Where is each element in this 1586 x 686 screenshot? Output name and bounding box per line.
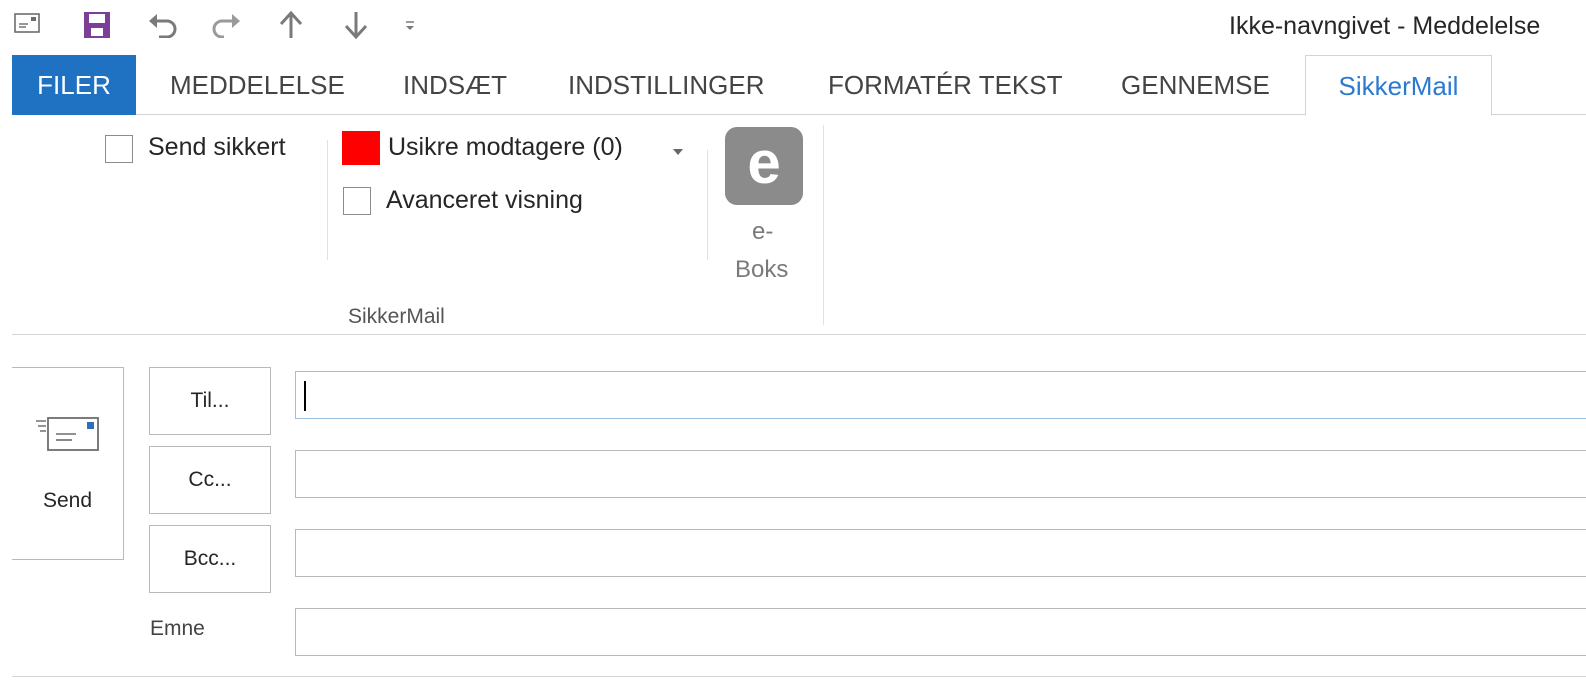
unsafe-status-indicator (342, 131, 380, 165)
tab-format-text[interactable]: FORMATÉR TEKST (828, 55, 1063, 115)
ribbon-separator (327, 140, 328, 260)
tab-message[interactable]: MEDDELELSE (170, 55, 345, 115)
ribbon-tabs: FILER MEDDELELSE INDSÆT INDSTILLINGER FO… (0, 55, 1586, 116)
bcc-button[interactable]: Bcc... (149, 525, 271, 593)
window-title: Ikke-navngivet - Meddelelse (1229, 12, 1541, 40)
send-secure-label[interactable]: Send sikkert (148, 133, 286, 162)
to-field[interactable] (295, 371, 1586, 419)
advanced-view-checkbox[interactable] (343, 187, 371, 215)
send-envelope-icon (34, 415, 102, 459)
tab-sikkermail[interactable]: SikkerMail (1305, 55, 1492, 116)
advanced-view-label[interactable]: Avanceret visning (386, 186, 583, 215)
up-arrow-icon[interactable] (276, 8, 306, 42)
subject-label: Emne (150, 617, 205, 640)
ribbon-group-separator (823, 125, 824, 325)
send-button[interactable]: Send (12, 367, 124, 560)
customize-dropdown-icon[interactable] (402, 8, 418, 42)
compose-bottom-border (12, 676, 1586, 677)
send-label: Send (42, 488, 93, 512)
eboks-label-line2[interactable]: Boks (735, 256, 788, 284)
redo-icon[interactable] (208, 8, 244, 42)
text-cursor (304, 381, 306, 411)
undo-icon[interactable] (145, 8, 181, 42)
ribbon-bottom-border (12, 334, 1586, 335)
cc-button[interactable]: Cc... (149, 446, 271, 514)
eboks-logo-icon[interactable]: e (725, 127, 803, 205)
eboks-label-line1[interactable]: e- (752, 218, 773, 246)
ribbon-group-label: SikkerMail (348, 305, 445, 328)
dropdown-arrow-icon[interactable] (672, 143, 684, 161)
cc-field[interactable] (295, 450, 1586, 498)
ribbon-separator (707, 150, 708, 260)
message-icon[interactable] (12, 8, 42, 38)
down-arrow-icon[interactable] (341, 8, 371, 42)
send-secure-checkbox[interactable] (105, 135, 133, 163)
tab-file[interactable]: FILER (12, 55, 136, 115)
bcc-field[interactable] (295, 529, 1586, 577)
eboks-logo-letter: e (747, 129, 781, 196)
tab-options[interactable]: INDSTILLINGER (568, 55, 765, 115)
save-icon[interactable] (80, 8, 114, 42)
tab-review[interactable]: GENNEMSE (1121, 55, 1270, 115)
tab-insert[interactable]: INDSÆT (403, 55, 507, 115)
subject-field[interactable] (295, 608, 1586, 656)
to-button[interactable]: Til... (149, 367, 271, 435)
unsafe-recipients-label[interactable]: Usikre modtagere (0) (388, 133, 623, 162)
